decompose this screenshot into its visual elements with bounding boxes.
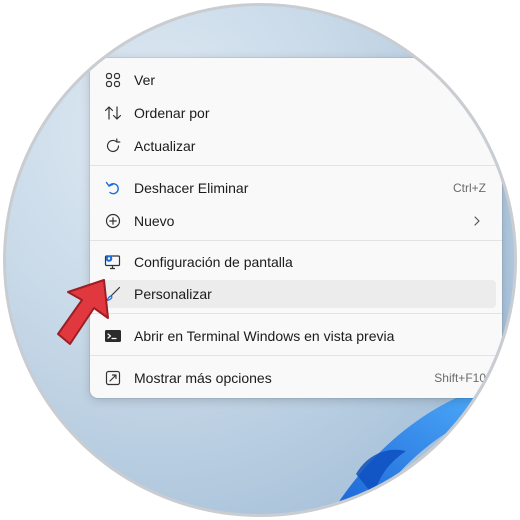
menu-item-label: Configuración de pantalla xyxy=(134,254,293,270)
menu-item-label: Mostrar más opciones xyxy=(134,370,272,386)
menu-separator xyxy=(90,165,502,166)
menu-item-show-more-options[interactable]: Mostrar más opciones Shift+F10 xyxy=(96,364,496,392)
menu-item-personalize[interactable]: Personalizar xyxy=(96,280,496,308)
menu-item-label: Abrir en Terminal Windows en vista previ… xyxy=(134,328,395,344)
menu-item-view[interactable]: Ver xyxy=(96,66,496,94)
desktop-background: Ver Ordenar por Actualizar Deshacer Elim… xyxy=(3,3,517,517)
desktop-context-menu: Ver Ordenar por Actualizar Deshacer Elim… xyxy=(90,58,502,398)
menu-separator xyxy=(90,355,502,356)
red-arrow-pointer-icon xyxy=(57,279,109,345)
menu-item-undo-delete[interactable]: Deshacer Eliminar Ctrl+Z xyxy=(96,174,496,202)
menu-separator xyxy=(90,313,502,314)
sort-icon xyxy=(102,102,124,124)
menu-item-label: Ver xyxy=(134,72,156,88)
display-settings-icon xyxy=(102,251,124,273)
new-plus-icon xyxy=(102,210,124,232)
menu-item-label: Actualizar xyxy=(134,138,196,154)
undo-icon xyxy=(102,177,124,199)
menu-item-refresh[interactable]: Actualizar xyxy=(96,132,496,160)
view-grid-icon xyxy=(102,69,124,91)
menu-item-sort-by[interactable]: Ordenar por xyxy=(96,99,496,127)
chevron-right-icon xyxy=(470,216,484,226)
menu-item-label: Ordenar por xyxy=(134,105,210,121)
shortcut-hint: Ctrl+Z xyxy=(453,181,486,195)
menu-item-new[interactable]: Nuevo xyxy=(96,207,496,235)
more-options-icon xyxy=(102,367,124,389)
menu-item-display-settings[interactable]: Configuración de pantalla xyxy=(96,248,496,276)
shortcut-hint: Shift+F10 xyxy=(434,371,486,385)
menu-item-open-terminal[interactable]: Abrir en Terminal Windows en vista previ… xyxy=(96,322,496,350)
menu-item-label: Personalizar xyxy=(134,286,212,302)
refresh-icon xyxy=(102,135,124,157)
menu-separator xyxy=(90,240,502,241)
menu-item-label: Deshacer Eliminar xyxy=(134,180,249,196)
menu-item-label: Nuevo xyxy=(134,213,175,229)
